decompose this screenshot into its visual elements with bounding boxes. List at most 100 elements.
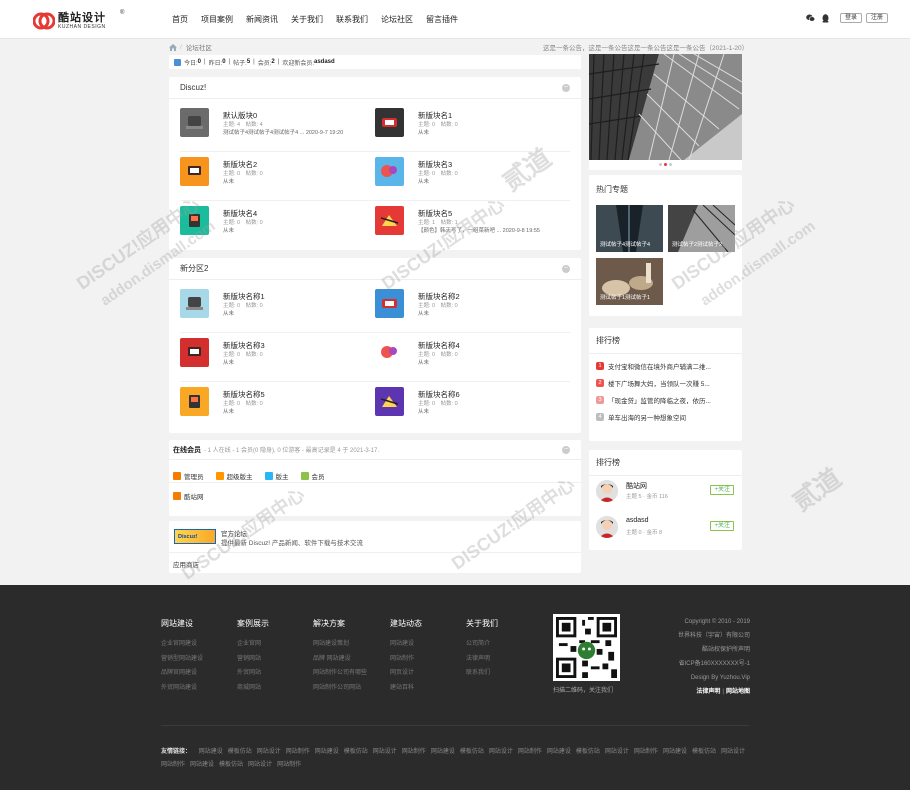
forum-item[interactable]: 新版块名3 主题: 0 帖数: 0 从未	[375, 157, 565, 197]
forum-last-post[interactable]: 从未	[418, 407, 429, 415]
friend-link[interactable]: 网站建设	[431, 749, 455, 755]
forum-last-post[interactable]: 从未	[223, 226, 234, 234]
forum-item[interactable]: 新版块名称2 主题: 0 帖数: 0 从未	[375, 289, 565, 329]
ranking-item[interactable]: 2 楼下广场舞大妈，当领队一次赚 5...	[596, 378, 710, 388]
friend-link[interactable]: 网站设计	[373, 749, 397, 755]
footer-link[interactable]: 建站百科	[390, 681, 422, 696]
footer-link[interactable]: 企业官网建设	[161, 637, 203, 652]
footer-link[interactable]: 法律声明	[466, 652, 498, 667]
forum-item[interactable]: 新版块名称5 主题: 0 帖数: 0 从未	[180, 387, 370, 427]
carousel-dot[interactable]	[669, 163, 672, 166]
carousel-dot-active[interactable]	[664, 163, 667, 166]
friend-link[interactable]: 模板仿站	[576, 749, 600, 755]
forum-last-post[interactable]: 从未	[223, 177, 234, 185]
collapse-icon[interactable]: −	[562, 265, 570, 273]
ranking-item[interactable]: 3 「现金贷」监管的降临之夜，依历...	[596, 395, 711, 405]
forum-last-post[interactable]: 从未	[418, 358, 429, 366]
follow-button[interactable]: +关注	[710, 485, 734, 495]
forum-last-post[interactable]: 从未	[223, 358, 234, 366]
friend-link[interactable]: 模板仿站	[692, 749, 716, 755]
footer-link[interactable]: 网站制作	[390, 652, 422, 667]
forum-item[interactable]: 新版块名称1 主题: 0 帖数: 0 从未	[180, 289, 370, 329]
forum-last-post[interactable]: 从未	[418, 309, 429, 317]
friend-link[interactable]: 网站制作	[518, 749, 542, 755]
friend-link[interactable]: 网站设计	[721, 749, 745, 755]
footer-link[interactable]: 品牌 网站建设	[313, 652, 367, 667]
forum-item[interactable]: 新版块名称6 主题: 0 帖数: 0 从未	[375, 387, 565, 427]
footer-link[interactable]: 网站制作公司有哪些	[313, 666, 367, 681]
online-member-item[interactable]: 酷站网	[173, 491, 204, 501]
forum-last-post[interactable]: 从未	[418, 128, 429, 136]
legal-link[interactable]: 法律声明	[696, 689, 720, 695]
friend-link[interactable]: 网站设计	[257, 749, 281, 755]
friend-link[interactable]: 网站设计	[605, 749, 629, 755]
home-icon[interactable]	[169, 43, 177, 51]
footer-link[interactable]: 营销型网站建设	[161, 652, 203, 667]
friend-link[interactable]: 网站建设	[199, 749, 223, 755]
friend-link[interactable]: 网站制作	[161, 762, 185, 768]
friend-link[interactable]: 网站制作	[634, 749, 658, 755]
user-name[interactable]: 酷站网	[626, 481, 647, 491]
friend-link[interactable]: 网站建设	[315, 749, 339, 755]
carousel[interactable]	[588, 53, 743, 170]
category-title[interactable]: 新分区2	[180, 263, 208, 274]
breadcrumb-current[interactable]: 论坛社区	[186, 42, 212, 52]
nav-forum[interactable]: 论坛社区	[381, 14, 413, 25]
friend-link[interactable]: 模板仿站	[228, 749, 252, 755]
avatar[interactable]	[596, 480, 618, 502]
forum-last-post[interactable]: 从未	[223, 309, 234, 317]
friend-link[interactable]: 模板仿站	[219, 762, 243, 768]
wechat-icon[interactable]	[806, 13, 816, 23]
footer-link[interactable]: 网站建设策划	[313, 637, 367, 652]
user-name[interactable]: asdasd	[626, 517, 649, 524]
forum-last-post[interactable]: 从未	[223, 407, 234, 415]
ranking-item[interactable]: 1 支付宝和微信在境外商户辅满二维...	[596, 361, 711, 371]
qq-icon[interactable]	[821, 13, 831, 23]
follow-button[interactable]: +关注	[710, 521, 734, 531]
nav-about[interactable]: 关于我们	[291, 14, 323, 25]
friend-link[interactable]: 网站建设	[190, 762, 214, 768]
footer-link[interactable]: 外贸网站建设	[161, 681, 203, 696]
forum-item[interactable]: 新版块名1 主题: 0 帖数: 0 从未	[375, 108, 565, 148]
app-store-link[interactable]: 应用商店	[173, 559, 199, 569]
avatar[interactable]	[596, 516, 618, 538]
footer-link[interactable]: 营销网站	[237, 652, 269, 667]
collapse-icon[interactable]: −	[562, 446, 570, 454]
forum-item[interactable]: 新版块名2 主题: 0 帖数: 0 从未	[180, 157, 370, 197]
nav-guestbook[interactable]: 留言插件	[426, 14, 458, 25]
forum-last-post[interactable]: 测试帖子4测试帖子4测试帖子4 ... 2020-9-7 19:20	[223, 128, 343, 136]
sitemap-link[interactable]: 网站地图	[726, 689, 750, 695]
nav-news[interactable]: 新闻资讯	[246, 14, 278, 25]
footer-link[interactable]: 外贸网站	[237, 666, 269, 681]
carousel-dot[interactable]	[659, 163, 662, 166]
logo[interactable]: 酷站设计 KUZHAN DESIGN ®	[33, 10, 124, 32]
forum-item[interactable]: 新版块名4 主题: 0 帖数: 0 从未	[180, 206, 370, 246]
forum-item[interactable]: 新版块名5 主题: 1 帖数: 1 【颜色】韩天写了，一组菜新吧 ... 2020-…	[375, 206, 565, 246]
friend-link[interactable]: 网站制作	[402, 749, 426, 755]
friend-link[interactable]: 网站建设	[547, 749, 571, 755]
register-button[interactable]: 注册	[865, 13, 888, 23]
friend-link[interactable]: 模板仿站	[344, 749, 368, 755]
hot-topic[interactable]: 测试帖子1测试帖子1	[596, 258, 663, 305]
footer-link[interactable]: 网站制作公司网站	[313, 681, 367, 696]
friend-link[interactable]: 模板仿站	[460, 749, 484, 755]
footer-link[interactable]: 企业官网	[237, 637, 269, 652]
nav-home[interactable]: 首页	[172, 14, 188, 25]
hot-topic[interactable]: 测试帖子4测试帖子4	[596, 205, 663, 252]
forum-last-post[interactable]: 【颜色】韩天写了，一组菜新吧 ... 2020-9-8 19:55	[418, 226, 540, 234]
friend-link[interactable]: 网站设计	[248, 762, 272, 768]
official-banner[interactable]: Discuz!	[174, 529, 216, 544]
footer-link[interactable]: 品牌官网建设	[161, 666, 203, 681]
login-button[interactable]: 登录	[839, 13, 862, 23]
footer-link[interactable]: 联系我们	[466, 666, 498, 681]
hot-topic[interactable]: 测试帖子2测试帖子2	[668, 205, 735, 252]
announcement[interactable]: 这是一条公告，这是一条公告这是一条公告这是一条公告（2021-1-20）	[543, 42, 748, 52]
newest-member-link[interactable]: asdasd	[314, 59, 335, 65]
friend-link[interactable]: 网站制作	[277, 762, 301, 768]
online-title[interactable]: 在线会员	[173, 445, 201, 455]
collapse-icon[interactable]: −	[562, 84, 570, 92]
forum-last-post[interactable]: 从未	[418, 177, 429, 185]
footer-link[interactable]: 网页设计	[390, 666, 422, 681]
forum-item[interactable]: 新版块名称4 主题: 0 帖数: 0 从未	[375, 338, 565, 378]
friend-link[interactable]: 网站建设	[663, 749, 687, 755]
